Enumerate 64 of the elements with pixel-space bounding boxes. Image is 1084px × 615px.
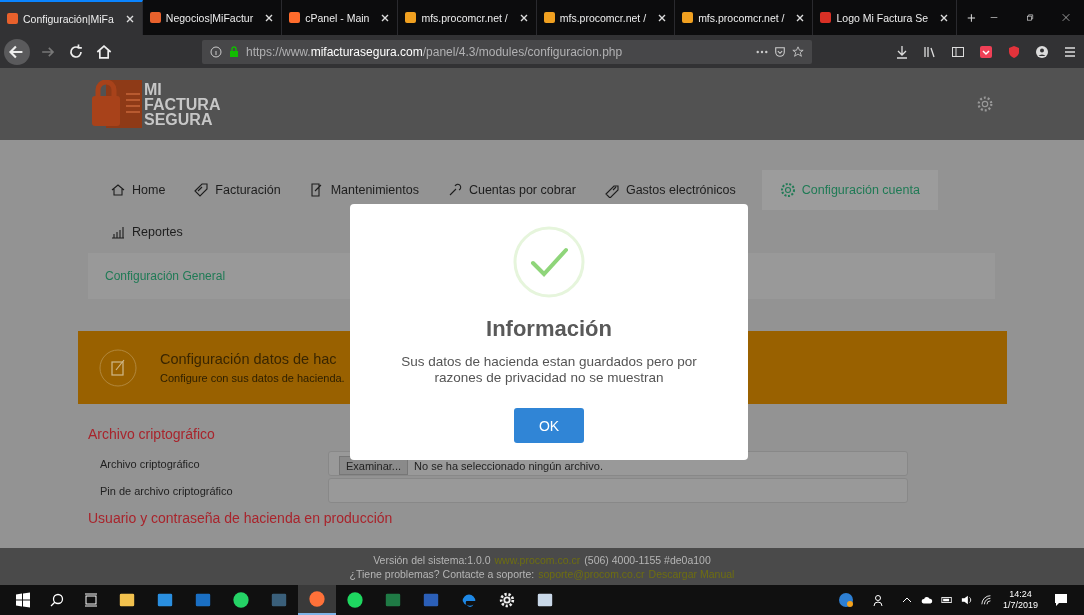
address-bar[interactable]: https://www.mifacturasegura.com/panel/4.3/modules/configuracion.php (202, 39, 812, 64)
close-icon[interactable] (657, 12, 668, 23)
close-icon[interactable] (795, 12, 806, 23)
gear-app-icon (498, 591, 516, 609)
banner-title: Configuración datos de hac (160, 351, 338, 367)
sidebar-icon[interactable] (951, 44, 965, 59)
info-icon[interactable] (210, 45, 222, 58)
close-icon[interactable] (124, 13, 135, 24)
restore-icon[interactable] (1025, 12, 1034, 23)
nav-tab[interactable]: Reportes (100, 212, 193, 252)
volume-icon[interactable] (960, 594, 973, 606)
close-icon[interactable] (380, 12, 391, 23)
house-icon (110, 182, 126, 198)
close-icon[interactable] (939, 12, 950, 23)
star-icon[interactable] (792, 45, 804, 58)
new-tab-icon[interactable] (967, 11, 976, 24)
footer-text: (506) 4000-1155 #de0a100 (584, 553, 711, 566)
back-icon[interactable] (4, 38, 30, 65)
nav-tab[interactable]: Cuentas por cobrar (436, 170, 586, 210)
shield-icon[interactable] (1007, 44, 1021, 59)
task-view-icon[interactable] (83, 592, 99, 608)
nav-tab[interactable]: Mantenimientos (298, 170, 429, 210)
section-title: Archivo criptográfico (88, 426, 215, 442)
settings-icon (779, 182, 796, 198)
nav-tab[interactable]: Gastos electrónicos (593, 170, 746, 210)
close-icon[interactable] (518, 12, 529, 23)
logo-text: MI (144, 81, 163, 97)
close-icon[interactable] (264, 12, 275, 23)
nav-tab[interactable]: Home (100, 170, 176, 210)
browser-tab[interactable]: Configuración|MiFa (0, 0, 143, 35)
footer-text: Versión del sistema:1.0.0 (373, 553, 491, 566)
search-icon[interactable] (49, 592, 65, 608)
padlock-logo-icon (90, 80, 142, 128)
banner-subtitle: Configure con sus datos de hacienda. (160, 372, 345, 384)
download-icon[interactable] (895, 44, 909, 59)
field-label: Archivo criptográfico (99, 457, 201, 470)
tag-icon (603, 182, 620, 198)
dialog-title: Información (486, 316, 612, 342)
account-icon[interactable] (1035, 44, 1049, 59)
clock[interactable]: 14:24 1/7/2019 (1002, 589, 1038, 611)
success-check-icon (513, 226, 585, 298)
pocket-icon[interactable] (979, 44, 993, 59)
url-text: https://www.mifacturasegura.com/panel/4.3/modules/configuracion.php (246, 44, 623, 59)
edit-icon (98, 347, 138, 388)
logo-text: FACTURA (144, 96, 221, 112)
section-title: Usuario y contraseña de hacienda en producción (88, 510, 393, 526)
battery-icon[interactable] (940, 594, 953, 606)
wifi-icon[interactable] (980, 594, 993, 606)
logo-text: SEGURA (144, 111, 214, 127)
menu-icon[interactable] (1063, 44, 1077, 59)
help-icon[interactable] (837, 592, 854, 608)
library-icon[interactable] (923, 44, 937, 59)
ok-button[interactable]: OK (514, 408, 584, 443)
settings-icon[interactable] (976, 95, 994, 113)
lock-icon (228, 45, 240, 58)
windows-start-icon[interactable] (15, 592, 31, 608)
footer-text: ¿Tiene problemas? Contacte a soporte: (349, 567, 535, 580)
field-label: Pin de archivo criptográfico (99, 484, 234, 497)
tag-icon (193, 182, 210, 198)
notification-icon[interactable] (1053, 592, 1069, 608)
cloud-icon[interactable] (920, 594, 933, 606)
bar-chart-icon (110, 224, 126, 240)
dialog-message: Sus datos de hacienda estan guardados pero por razones de privacidad no se muestran (400, 354, 698, 386)
nav-tab[interactable]: Facturación (183, 170, 291, 210)
